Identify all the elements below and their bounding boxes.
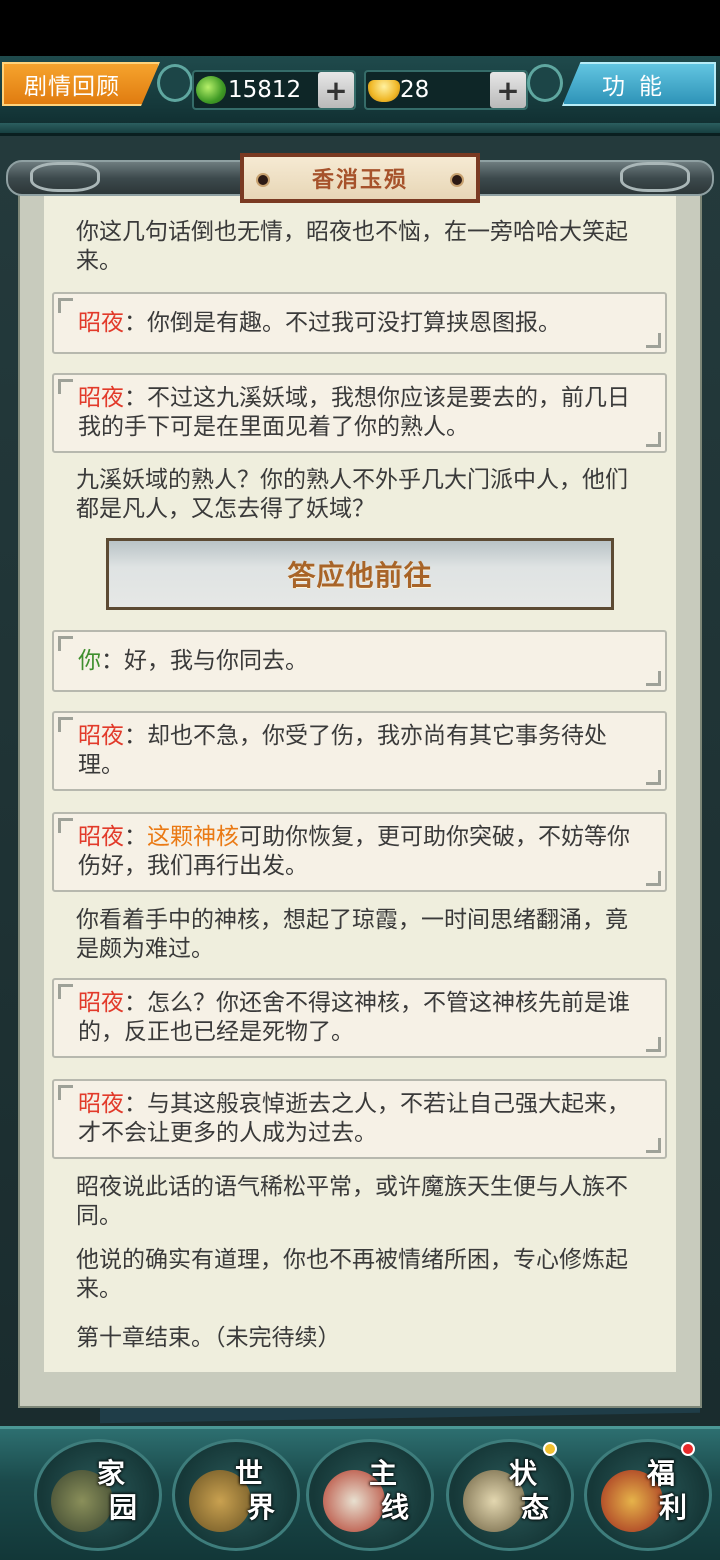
narration: 昭夜说此话的语气稀松平常，或许魔族天生便与人族不同。: [76, 1174, 628, 1229]
dialogue-text: ：与其这般哀悼逝去之人，不若让自己强大起来，才不会让更多的人成为过去。: [78, 1091, 630, 1146]
ornament-icon: [157, 64, 193, 102]
nav-home[interactable]: 家 园: [34, 1439, 162, 1551]
dialogue-bubble: 你：好，我与你同去。: [52, 630, 667, 692]
dialogue-text: ：却也不急，你受了伤，我亦尚有其它事务待处理。: [78, 723, 607, 778]
notification-dot-icon: [681, 1442, 695, 1456]
item-highlight[interactable]: 这颗神核: [147, 824, 239, 850]
speaker-name: 昭夜: [78, 723, 124, 749]
story-content[interactable]: 你这几句话倒也无情，昭夜也不恼，在一旁哈哈大笑起来。 昭夜：你倒是有趣。不过我可…: [44, 216, 676, 1366]
dialogue-text: ：怎么？你还舍不得这神核，不管这神核先前是谁的，反正也已经是死物了。: [78, 990, 630, 1045]
narration: 你这几句话倒也无情，昭夜也不恼，在一旁哈哈大笑起来。: [76, 219, 628, 274]
scroll-ornament-icon: [620, 162, 690, 192]
dialogue-bubble: 昭夜：这颗神核可助你恢复，更可助你突破，不妨等你伤好，我们再行出发。: [52, 812, 667, 892]
add-jade-button[interactable]: +: [318, 72, 354, 108]
dialogue-bubble: 昭夜：与其这般哀悼逝去之人，不若让自己强大起来，才不会让更多的人成为过去。: [52, 1079, 667, 1159]
speaker-name: 你: [78, 647, 101, 674]
top-bar: 剧情回顾 15812 + 28 + 功能: [0, 56, 720, 136]
dialogue-bubble: 昭夜：却也不急，你受了伤，我亦尚有其它事务待处理。: [52, 711, 667, 791]
narration: 第十章结束。（未完待续）: [76, 1325, 341, 1351]
add-gold-button[interactable]: +: [490, 72, 526, 108]
nav-world[interactable]: 世 界: [172, 1439, 300, 1551]
scroll-ornament-icon: [30, 162, 100, 192]
nav-label: 界: [247, 1491, 276, 1524]
jade-icon: [196, 76, 226, 104]
dialogue-colon: ：: [124, 824, 147, 850]
nav-status[interactable]: 状 态: [446, 1439, 574, 1551]
nav-label: 线: [381, 1491, 410, 1524]
dialogue-bubble: 昭夜：怎么？你还舍不得这神核，不管这神核先前是谁的，反正也已经是死物了。: [52, 978, 667, 1058]
dialogue-bubble: 昭夜：不过这九溪妖域，我想你应该是要去的，前几日我的手下可是在里面见着了你的熟人…: [52, 373, 667, 453]
narration: 九溪妖域的熟人？你的熟人不外乎几大门派中人，他们都是凡人，又怎去得了妖域？: [76, 467, 628, 522]
dialogue-text: ：不过这九溪妖域，我想你应该是要去的，前几日我的手下可是在里面见着了你的熟人。: [78, 385, 630, 440]
nav-label: 利: [659, 1491, 688, 1524]
narration: 你看着手中的神核，想起了琼霞，一时间思绪翻涌，竟是颇为难过。: [76, 907, 628, 962]
dialogue-text: ：好，我与你同去。: [101, 647, 308, 674]
nav-label: 态: [521, 1491, 550, 1524]
dialogue-bubble: 昭夜：你倒是有趣。不过我可没打算挟恩图报。: [52, 292, 667, 354]
speaker-name: 昭夜: [78, 824, 124, 850]
speaker-name: 昭夜: [78, 990, 124, 1016]
chapter-title: 香消玉殒: [240, 153, 480, 203]
nav-label: 园: [109, 1491, 138, 1524]
notification-dot-icon: [543, 1442, 557, 1456]
dialogue-text: ：你倒是有趣。不过我可没打算挟恩图报。: [124, 309, 561, 336]
status-bar: [0, 0, 720, 56]
story-review-label: 剧情回顾: [24, 74, 120, 100]
speaker-name: 昭夜: [78, 385, 124, 411]
gold-currency: 28 +: [364, 70, 528, 110]
jade-currency: 15812 +: [192, 70, 356, 110]
function-button[interactable]: 功能: [562, 62, 716, 106]
nav-main-quest[interactable]: 主 线: [306, 1439, 434, 1551]
choice-button[interactable]: 答应他前往: [106, 538, 614, 610]
speaker-name: 昭夜: [78, 1091, 124, 1117]
story-review-button[interactable]: 剧情回顾: [2, 62, 160, 106]
speaker-name: 昭夜: [78, 309, 124, 336]
ornament-icon: [527, 64, 563, 102]
bottom-nav: 家 园 世 界 主 线 状 态 福 利: [0, 1426, 720, 1560]
narration: 他说的确实有道理，你也不再被情绪所困，专心修炼起来。: [76, 1247, 628, 1302]
nav-welfare[interactable]: 福 利: [584, 1439, 712, 1551]
